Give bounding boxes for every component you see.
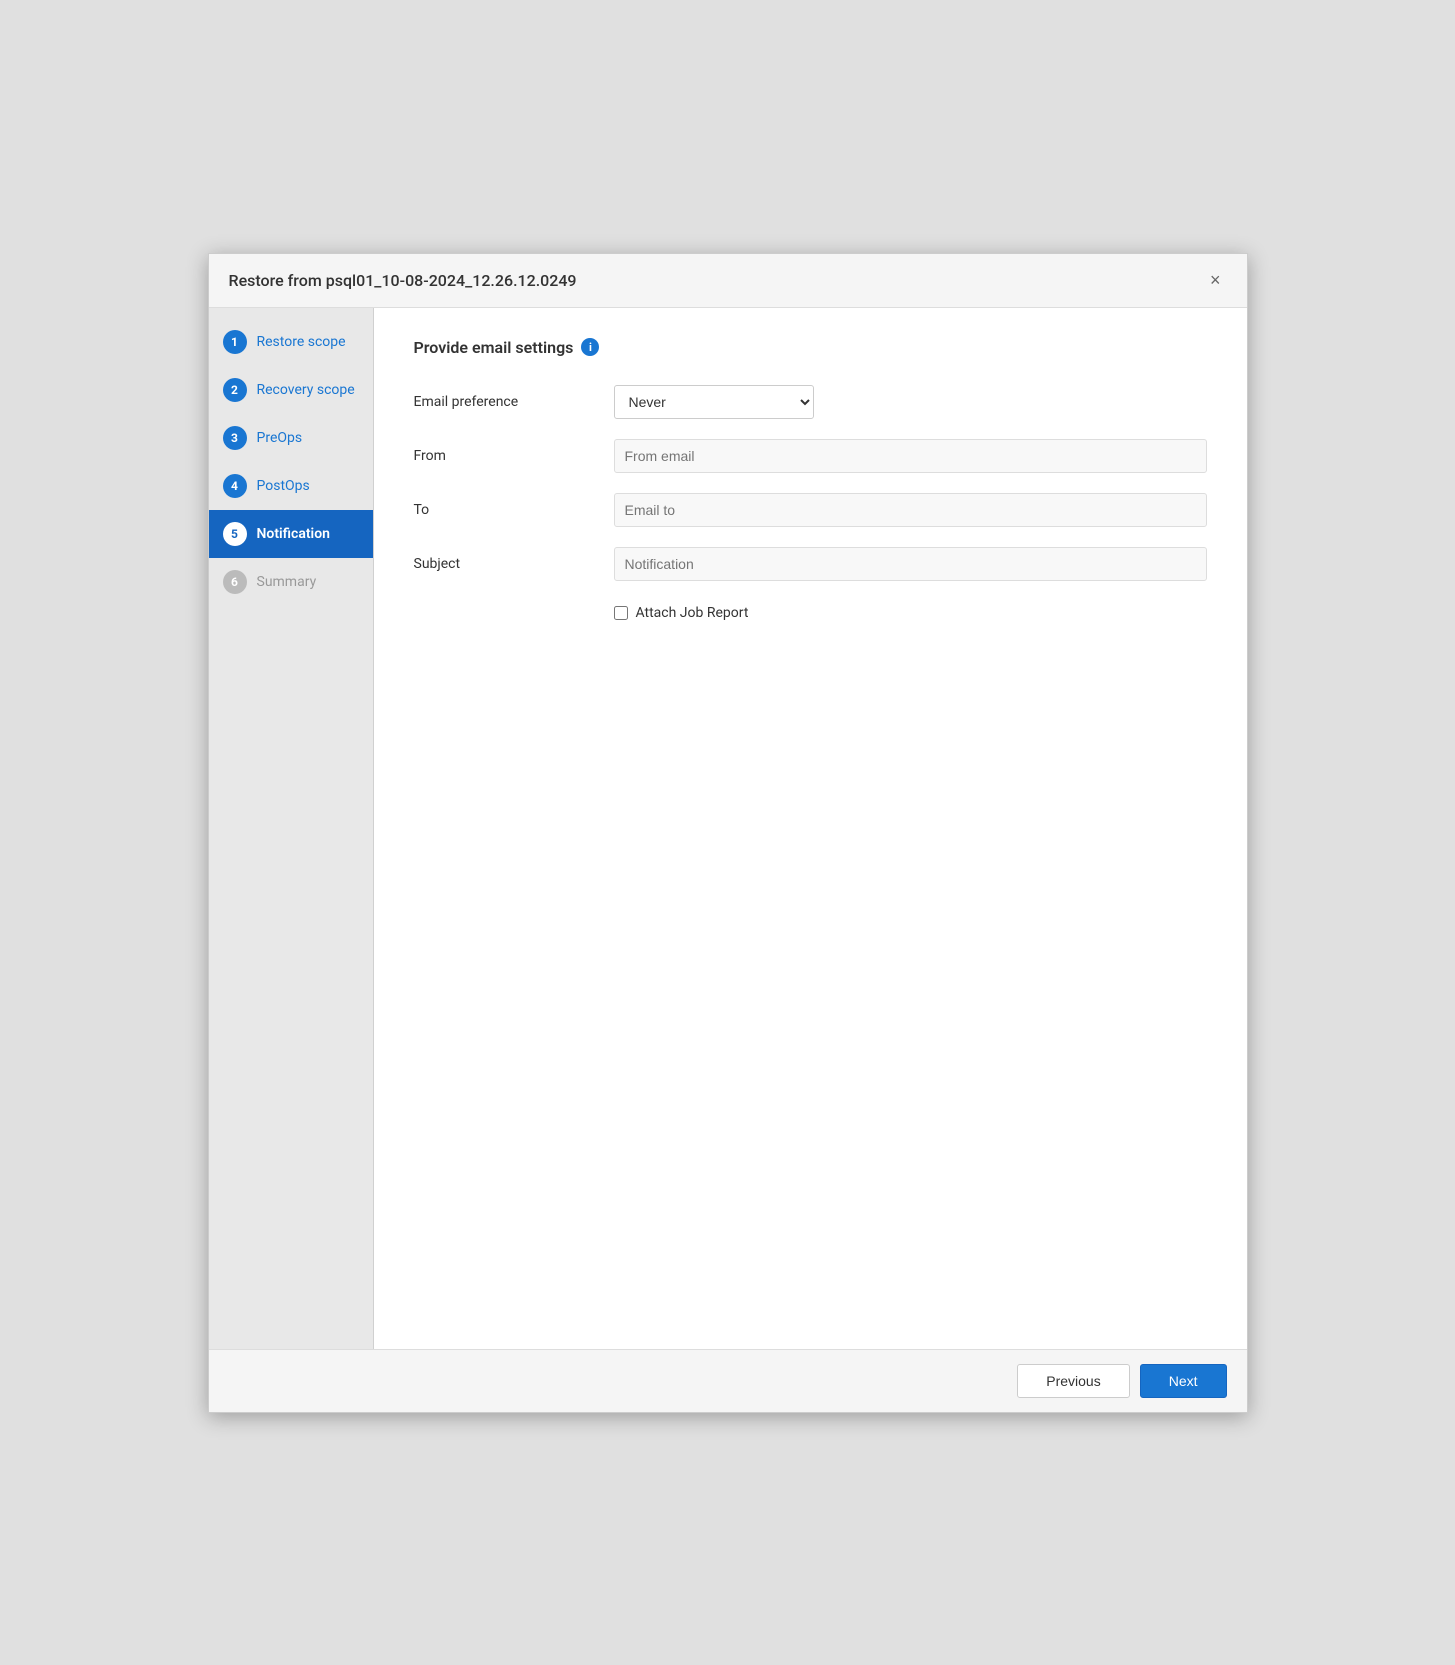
attach-job-report-checkbox[interactable] (614, 606, 628, 620)
email-preference-select[interactable]: Never On failure Always (614, 385, 814, 419)
sidebar-item-restore-scope[interactable]: 1 Restore scope (209, 318, 373, 366)
to-row: To (414, 493, 1207, 527)
close-button[interactable]: × (1204, 268, 1227, 293)
sidebar-item-notification[interactable]: 5 Notification (209, 510, 373, 558)
sidebar-item-postops[interactable]: 4 PostOps (209, 462, 373, 510)
to-input[interactable] (614, 493, 1207, 527)
dialog-header: Restore from psql01_10-08-2024_12.26.12.… (209, 254, 1247, 308)
dialog-body: 1 Restore scope 2 Recovery scope 3 PreOp… (209, 308, 1247, 1349)
dialog-footer: Previous Next (209, 1349, 1247, 1412)
attach-job-report-label[interactable]: Attach Job Report (636, 605, 749, 621)
sidebar-badge-2: 2 (223, 378, 247, 402)
sidebar-item-summary: 6 Summary (209, 558, 373, 606)
sidebar-label-summary: Summary (257, 574, 317, 590)
email-preference-label: Email preference (414, 394, 614, 410)
sidebar-badge-3: 3 (223, 426, 247, 450)
sidebar-item-recovery-scope[interactable]: 2 Recovery scope (209, 366, 373, 414)
subject-label: Subject (414, 556, 614, 572)
sidebar: 1 Restore scope 2 Recovery scope 3 PreOp… (209, 308, 374, 1349)
section-title-text: Provide email settings (414, 338, 574, 357)
sidebar-badge-5: 5 (223, 522, 247, 546)
sidebar-label-notification: Notification (257, 526, 330, 542)
sidebar-badge-1: 1 (223, 330, 247, 354)
dialog: Restore from psql01_10-08-2024_12.26.12.… (208, 253, 1248, 1413)
email-preference-row: Email preference Never On failure Always (414, 385, 1207, 419)
section-title-row: Provide email settings i (414, 338, 1207, 357)
next-button[interactable]: Next (1140, 1364, 1227, 1398)
sidebar-item-preops[interactable]: 3 PreOps (209, 414, 373, 462)
subject-row: Subject (414, 547, 1207, 581)
dialog-title: Restore from psql01_10-08-2024_12.26.12.… (229, 271, 577, 290)
to-label: To (414, 502, 614, 518)
sidebar-label-restore-scope: Restore scope (257, 334, 346, 350)
sidebar-badge-4: 4 (223, 474, 247, 498)
sidebar-badge-6: 6 (223, 570, 247, 594)
info-icon[interactable]: i (581, 338, 599, 356)
sidebar-label-recovery-scope: Recovery scope (257, 382, 355, 398)
attach-job-report-row: Attach Job Report (614, 605, 1207, 621)
from-label: From (414, 448, 614, 464)
previous-button[interactable]: Previous (1017, 1364, 1129, 1398)
from-row: From (414, 439, 1207, 473)
main-content: Provide email settings i Email preferenc… (374, 308, 1247, 1349)
sidebar-label-preops: PreOps (257, 430, 303, 446)
from-input[interactable] (614, 439, 1207, 473)
sidebar-label-postops: PostOps (257, 478, 310, 494)
subject-input[interactable] (614, 547, 1207, 581)
